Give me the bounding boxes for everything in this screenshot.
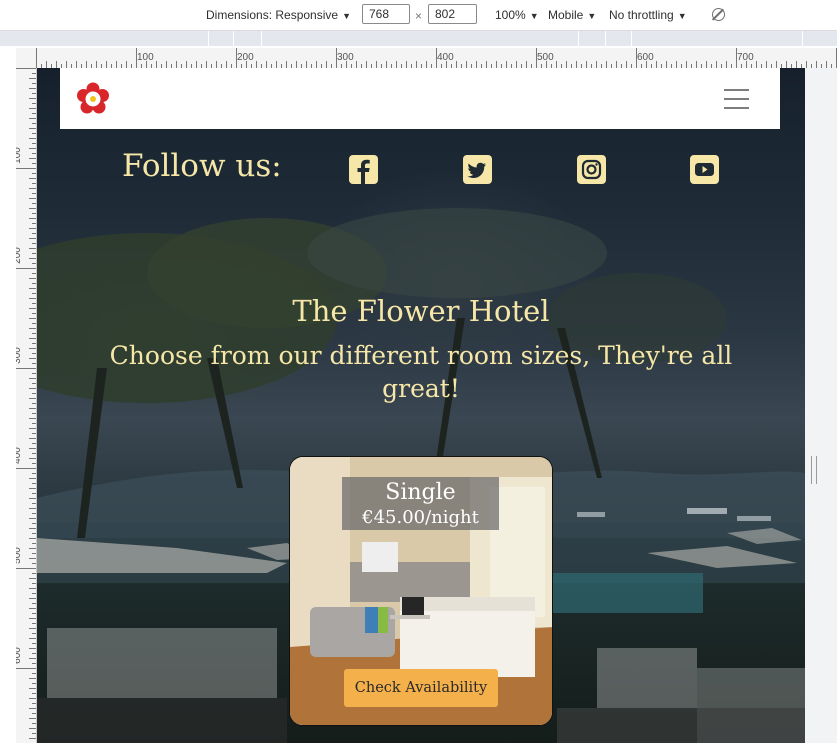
yacht [737,516,771,521]
youtube-icon[interactable] [690,155,719,184]
emulation-gutter [805,68,837,743]
chevron-down-icon: ▼ [677,11,687,21]
ruler-label: 200 [237,52,254,63]
media-query-segment[interactable] [605,31,606,46]
navbar [60,68,780,129]
media-query-bar[interactable] [0,31,837,46]
check-availability-button[interactable]: Check Availability [344,669,498,707]
device-mode-label: Mobile [548,8,584,22]
ruler-label: 100 [16,147,23,164]
lounge-sofa [47,628,277,698]
yacht [687,508,727,514]
page-viewport: Follow us: The Flower Hotel Choose from … [37,68,805,743]
hamburger-bar [724,89,749,91]
ruler-label: 400 [16,447,23,464]
hamburger-menu-icon[interactable] [724,89,749,109]
device-mode-dropdown[interactable]: Mobile ▼ [548,8,596,22]
width-input[interactable] [362,4,410,24]
ruler-label: 200 [16,247,23,264]
ruler-label: 400 [437,52,454,63]
dimensions-dropdown[interactable]: Dimensions: Responsive ▼ [206,8,351,22]
cushion [365,607,379,633]
viewport-resize-handle[interactable] [811,456,817,484]
room-card: Single €45.00/night Check Availability [289,456,553,726]
twitter-icon[interactable] [463,155,492,184]
terrace-floor [557,708,805,743]
ruler-label: 100 [137,52,154,63]
facebook-icon[interactable] [349,155,378,184]
hero-subtitle: Choose from our different room sizes, Th… [109,341,733,403]
zoom-label: 100% [495,8,526,22]
ruler-label: 600 [637,52,654,63]
follow-us-label: Follow us: [122,148,282,184]
throttling-label: No throttling [609,8,674,22]
ruler-left: 100 200 300 400 500 600 [16,68,37,743]
chevron-down-icon: ▼ [529,11,539,21]
rotate-icon[interactable] [712,8,725,21]
times-sign: × [415,9,423,23]
hamburger-bar [724,107,749,109]
media-query-segment[interactable] [208,31,209,46]
cushion [378,607,388,633]
hamburger-bar [724,98,749,100]
ruler-label: 300 [16,347,23,364]
instagram-icon[interactable] [577,155,606,184]
laptop [402,597,424,615]
ruler-left-ticks [16,68,36,739]
wall-picture [362,542,398,572]
ruler-corner [16,48,36,68]
room-price: €45.00/night [362,507,479,528]
dimensions-label: Dimensions: Responsive [206,8,339,22]
media-query-segment[interactable] [631,31,632,46]
throttling-dropdown[interactable]: No throttling ▼ [609,8,687,22]
tree-canopy [307,208,607,298]
ruler-label: 700 [737,52,754,63]
devtools-device-toolbar: Dimensions: Responsive▼ × 100%▼ Mobile▼ … [0,0,837,31]
hero-title: The Flower Hotel [292,294,550,328]
media-query-segment[interactable] [578,31,579,46]
ruler-label: 500 [537,52,554,63]
ruler-label: 300 [337,52,354,63]
chevron-down-icon: ▼ [342,11,351,21]
ruler-label: 600 [16,647,23,664]
media-query-segment[interactable] [261,31,262,46]
room-caption: Single €45.00/night [342,477,499,530]
media-query-segment[interactable] [233,31,234,46]
pool [553,573,703,613]
yacht [577,512,605,517]
terrace-floor [37,698,287,743]
desk [390,615,430,619]
height-input[interactable] [428,4,477,24]
media-query-segment[interactable] [802,31,803,46]
zoom-dropdown[interactable]: 100% ▼ [495,8,539,22]
ruler-label: 500 [16,547,23,564]
lounge-sofa [597,648,697,708]
ruler-top: 100 200 300 400 500 600 700 [36,48,837,69]
room-name: Single [385,480,456,505]
chevron-down-icon: ▼ [587,11,597,21]
tudor-rose-icon[interactable] [76,82,110,116]
